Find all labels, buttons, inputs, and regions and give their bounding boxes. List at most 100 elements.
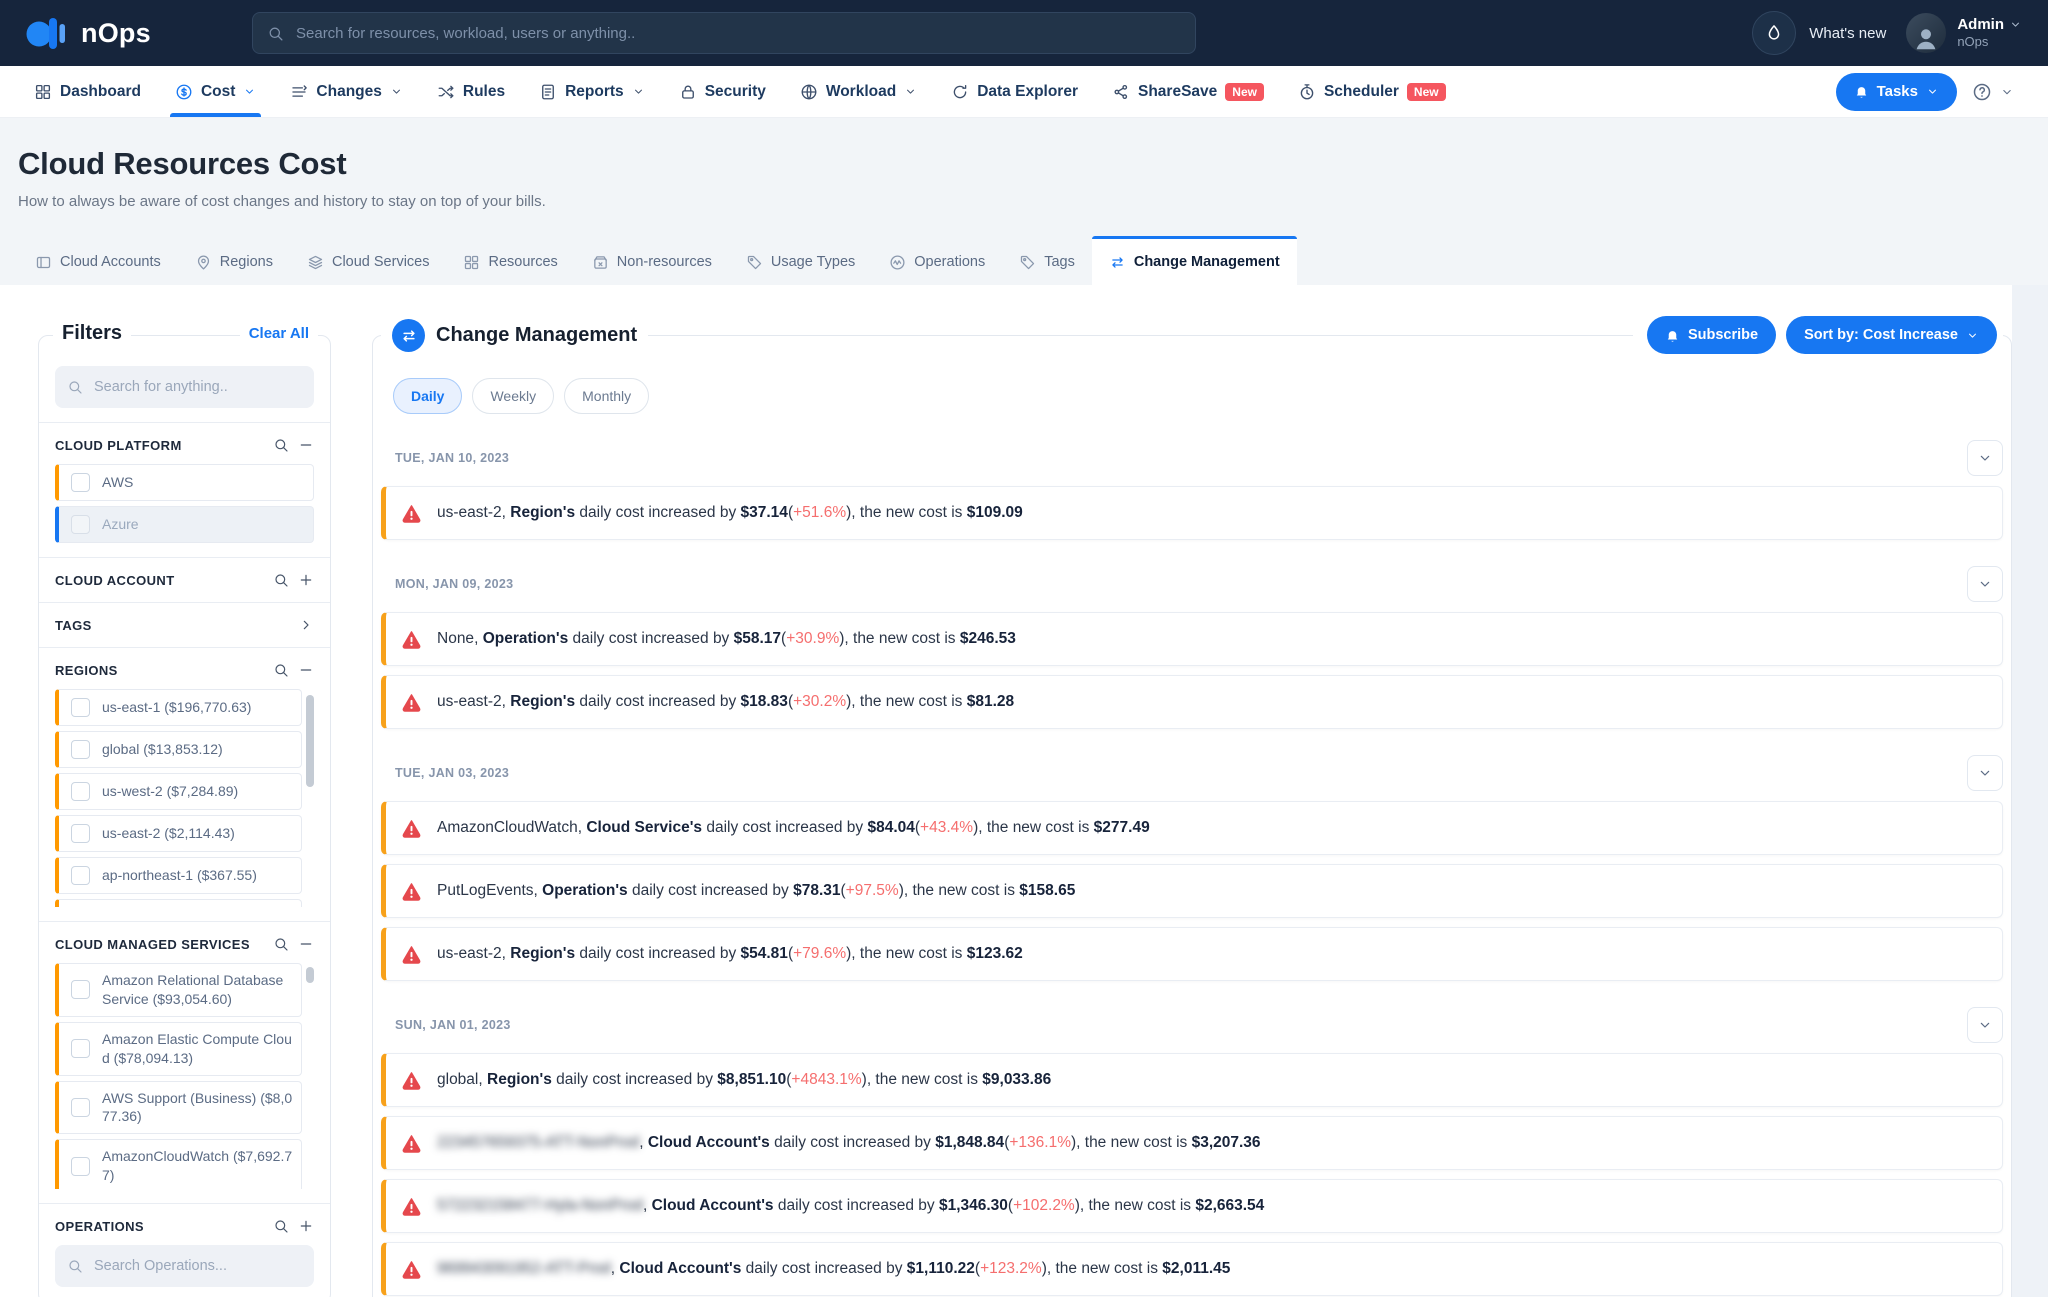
plus-icon[interactable] bbox=[298, 1218, 314, 1234]
tab-operations[interactable]: Operations bbox=[872, 236, 1002, 285]
tab-non-resources[interactable]: Non-resources bbox=[575, 236, 729, 285]
alert-row[interactable]: None, Operation's daily cost increased b… bbox=[381, 612, 2003, 666]
alert-row[interactable]: us-east-2, Region's daily cost increased… bbox=[381, 486, 2003, 540]
divider bbox=[39, 422, 330, 423]
filter-item-amazon-elastic-compute-cloud-78-094-13[interactable]: Amazon Elastic Compute Cloud ($78,094.13… bbox=[55, 1022, 302, 1076]
minus-icon[interactable] bbox=[298, 662, 314, 678]
filter-item-amazoncloudwatch-7-692-77[interactable]: AmazonCloudWatch ($7,692.77) bbox=[55, 1139, 302, 1189]
filter-item-azure[interactable]: Azure bbox=[55, 506, 314, 543]
change-group: TUE, JAN 03, 2023AmazonCloudWatch, Cloud… bbox=[381, 755, 2003, 981]
search-icon[interactable] bbox=[273, 936, 289, 952]
filter-item-aws[interactable]: AWS bbox=[55, 464, 314, 501]
filter-item-label: us-east-2 ($2,114.43) bbox=[102, 824, 235, 843]
nav-item-cost[interactable]: Cost bbox=[175, 66, 256, 117]
filter-section-title: REGIONS bbox=[55, 663, 273, 678]
view-pill-monthly[interactable]: Monthly bbox=[564, 378, 649, 414]
nav-item-data-explorer[interactable]: Data Explorer bbox=[951, 66, 1078, 117]
nav-item-workload[interactable]: Workload bbox=[800, 66, 917, 117]
increase-percent: +30.9% bbox=[786, 630, 839, 647]
alert-row[interactable]: us-east-2, Region's daily cost increased… bbox=[381, 927, 2003, 981]
alert-row[interactable]: global, Region's daily cost increased by… bbox=[381, 1053, 2003, 1107]
search-icon[interactable] bbox=[273, 437, 289, 453]
minus-icon[interactable] bbox=[298, 936, 314, 952]
filter-item-eu-central-1-350-28[interactable]: eu-central-1 ($350.28) bbox=[55, 899, 302, 907]
collapse-button[interactable] bbox=[1967, 1007, 2003, 1043]
user-menu[interactable]: Admin nOps bbox=[1906, 13, 2022, 53]
plus-icon[interactable] bbox=[298, 572, 314, 588]
nav-item-sharesave[interactable]: ShareSaveNew bbox=[1112, 66, 1264, 117]
change-group: SUN, JAN 01, 2023global, Region's daily … bbox=[381, 1007, 2003, 1297]
checkbox[interactable] bbox=[71, 824, 90, 843]
alert-row[interactable]: PutLogEvents, Operation's daily cost inc… bbox=[381, 864, 2003, 918]
chevron-right-icon[interactable] bbox=[298, 617, 314, 633]
increase-percent: +43.4% bbox=[920, 819, 973, 836]
clear-all-button[interactable]: Clear All bbox=[240, 325, 318, 342]
tab-tags[interactable]: Tags bbox=[1002, 236, 1092, 285]
collapse-button[interactable] bbox=[1967, 755, 2003, 791]
tasks-button[interactable]: Tasks bbox=[1836, 73, 1957, 111]
nav-item-rules[interactable]: Rules bbox=[437, 66, 505, 117]
tab-regions[interactable]: Regions bbox=[178, 236, 290, 285]
tab-resources[interactable]: Resources bbox=[446, 236, 574, 285]
checkbox[interactable] bbox=[71, 1039, 90, 1058]
filter-item-global-13-853-12[interactable]: global ($13,853.12) bbox=[55, 731, 302, 768]
scrollbar-thumb[interactable] bbox=[306, 967, 314, 983]
subscribe-button[interactable]: Subscribe bbox=[1647, 316, 1776, 354]
nav-item-security[interactable]: Security bbox=[679, 66, 766, 117]
minus-icon[interactable] bbox=[298, 437, 314, 453]
scrollbar-thumb[interactable] bbox=[306, 695, 314, 787]
section-search-input[interactable] bbox=[92, 1257, 302, 1275]
change-group: MON, JAN 09, 2023None, Operation's daily… bbox=[381, 566, 2003, 729]
collapse-button[interactable] bbox=[1967, 566, 2003, 602]
filter-item-us-west-2-7-284-89[interactable]: us-west-2 ($7,284.89) bbox=[55, 773, 302, 810]
search-icon[interactable] bbox=[273, 572, 289, 588]
increase-amount: $18.83 bbox=[741, 693, 788, 710]
view-pill-daily[interactable]: Daily bbox=[393, 378, 462, 414]
nav-item-dashboard[interactable]: Dashboard bbox=[34, 66, 141, 117]
nav-item-reports[interactable]: Reports bbox=[539, 66, 645, 117]
tab-cloud-services[interactable]: Cloud Services bbox=[290, 236, 447, 285]
filters-search[interactable] bbox=[55, 366, 314, 408]
alert-row[interactable]: AmazonCloudWatch, Cloud Service's daily … bbox=[381, 801, 2003, 855]
filter-item-us-east-1-196-770-63[interactable]: us-east-1 ($196,770.63) bbox=[55, 689, 302, 726]
tab-cloud-accounts[interactable]: Cloud Accounts bbox=[18, 236, 178, 285]
checkbox[interactable] bbox=[71, 1098, 90, 1117]
checkbox[interactable] bbox=[71, 782, 90, 801]
alert-row[interactable]: 572232158477-Hyla-NonProd, Cloud Account… bbox=[381, 1179, 2003, 1233]
chevron-down-icon[interactable] bbox=[2000, 85, 2014, 99]
filter-item-us-east-2-2-114-43[interactable]: us-east-2 ($2,114.43) bbox=[55, 815, 302, 852]
global-search[interactable] bbox=[252, 12, 1196, 54]
new-cost: $81.28 bbox=[967, 693, 1014, 710]
view-pill-weekly[interactable]: Weekly bbox=[472, 378, 554, 414]
increase-amount: $84.04 bbox=[867, 819, 914, 836]
search-icon[interactable] bbox=[273, 662, 289, 678]
filter-item-aws-support-business-8-077-36[interactable]: AWS Support (Business) ($8,077.36) bbox=[55, 1081, 302, 1135]
checkbox[interactable] bbox=[71, 1157, 90, 1176]
filters-search-input[interactable] bbox=[92, 378, 302, 396]
checkbox[interactable] bbox=[71, 698, 90, 717]
help-icon[interactable] bbox=[1972, 82, 1992, 102]
tab-usage-types[interactable]: Usage Types bbox=[729, 236, 872, 285]
nav-item-changes[interactable]: Changes bbox=[290, 66, 402, 117]
new-cost: $109.09 bbox=[967, 504, 1023, 521]
alert-row[interactable]: 969943091952-ATT-Prod, Cloud Account's d… bbox=[381, 1242, 2003, 1296]
sort-button[interactable]: Sort by: Cost Increase bbox=[1786, 316, 1997, 354]
collapse-button[interactable] bbox=[1967, 440, 2003, 476]
search-icon[interactable] bbox=[273, 1218, 289, 1234]
filter-item-ap-northeast-1-367-55[interactable]: ap-northeast-1 ($367.55) bbox=[55, 857, 302, 894]
nav-item-scheduler[interactable]: SchedulerNew bbox=[1298, 66, 1446, 117]
checkbox[interactable] bbox=[71, 473, 90, 492]
filter-item-label: us-west-2 ($7,284.89) bbox=[102, 782, 238, 801]
nops-logo[interactable]: nOps bbox=[26, 13, 252, 53]
checkbox[interactable] bbox=[71, 515, 90, 534]
alert-row[interactable]: us-east-2, Region's daily cost increased… bbox=[381, 675, 2003, 729]
checkbox[interactable] bbox=[71, 866, 90, 885]
checkbox[interactable] bbox=[71, 980, 90, 999]
tab-change-management[interactable]: Change Management bbox=[1092, 236, 1297, 285]
filter-section-search[interactable] bbox=[55, 1245, 314, 1287]
checkbox[interactable] bbox=[71, 740, 90, 759]
global-search-input[interactable] bbox=[294, 24, 1181, 43]
filter-item-amazon-relational-database-service-93-054-60[interactable]: Amazon Relational Database Service ($93,… bbox=[55, 963, 302, 1017]
alert-row[interactable]: 223457659375-ATT-NonProd, Cloud Account'… bbox=[381, 1116, 2003, 1170]
whats-new-button[interactable]: What's new bbox=[1752, 11, 1886, 55]
